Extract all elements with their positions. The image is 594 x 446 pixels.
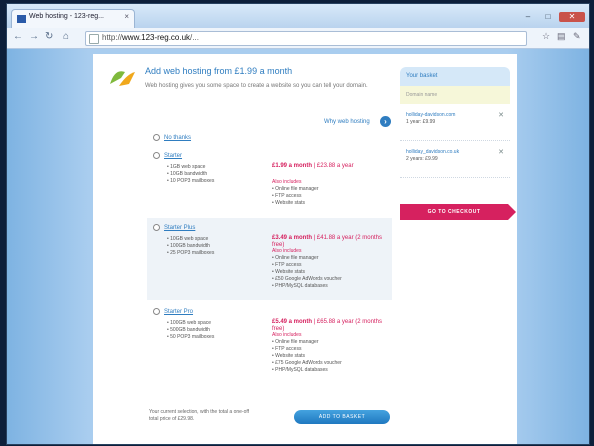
also-item: FTP access — [272, 262, 342, 269]
also-item: Website stats — [272, 353, 342, 360]
also-item: Website stats — [272, 200, 319, 207]
plan-option-starter-plus[interactable]: Starter Plus 10GB web space 100GB bandwi… — [147, 218, 392, 300]
plan-name: No thanks — [164, 135, 192, 142]
plan-features: 10GB web space 100GB bandwidth 25 POP3 m… — [167, 236, 214, 257]
content-panel: Add web hosting from £1.99 a month Web h… — [93, 54, 517, 444]
basket-note: Domain name — [400, 86, 510, 104]
checkout-button[interactable]: GO TO CHECKOUT — [400, 204, 516, 220]
browser-toolbar: ← → ↻ ⌂ http://www.123-reg.co.uk/... ☆ ▤… — [7, 28, 589, 49]
hosting-logo-icon — [110, 71, 135, 86]
plan-price: £5.49 a month | £65.88 a year (2 months … — [272, 319, 382, 332]
tab-close-icon[interactable]: × — [124, 12, 129, 21]
also-includes-heading: Also includes — [272, 179, 302, 185]
feature-item: 500GB bandwidth — [167, 327, 214, 334]
also-item: £50 Google AdWords voucher — [272, 276, 342, 283]
tab-strip: Web hosting - 123-reg... × – □ ✕ — [7, 4, 589, 29]
wrench-icon[interactable]: ✎ — [573, 31, 581, 42]
basket-item: holliday-davidson.com 1 year: £9.99 ✕ — [400, 104, 510, 141]
window-controls: – □ ✕ — [517, 6, 585, 24]
plan-features: 1GB web space 10GB bandwidth 10 POP3 mai… — [167, 164, 214, 185]
also-item: Online file manager — [272, 186, 318, 193]
reload-icon[interactable]: ↻ — [45, 31, 53, 42]
page-headline: Add web hosting from £1.99 a month — [145, 66, 293, 76]
also-item: Online file manager — [272, 339, 342, 346]
back-arrow-icon[interactable]: ← — [13, 31, 23, 42]
plan-option-none[interactable]: No thanks — [147, 132, 392, 144]
feature-item: 100GB web space — [167, 320, 214, 327]
address-bar[interactable]: http://www.123-reg.co.uk/... — [85, 31, 527, 46]
home-icon[interactable]: ⌂ — [63, 31, 69, 42]
also-includes-list: Online file manager FTP access Website s… — [272, 255, 342, 290]
also-includes-list: Online file manager FTP access Website s… — [272, 339, 342, 374]
info-icon[interactable]: › — [380, 116, 391, 127]
browser-tab[interactable]: Web hosting - 123-reg... × — [11, 9, 135, 29]
also-item: PHP/MySQL databases — [272, 283, 342, 290]
page-info-icon[interactable] — [89, 34, 99, 44]
close-window-icon[interactable]: ✕ — [559, 12, 585, 22]
plan-header: Starter Plus — [153, 224, 195, 231]
also-item: PHP/MySQL databases — [272, 367, 342, 374]
maximize-icon[interactable]: □ — [539, 12, 557, 22]
also-includes-heading: Also includes — [272, 332, 302, 338]
feature-item: 10GB bandwidth — [167, 171, 214, 178]
feature-item: 10 POP3 mailboxes — [167, 178, 214, 185]
basket-item-name: holliday_davidson.co.uk — [406, 149, 460, 155]
plan-header: Starter Pro — [153, 308, 193, 315]
intro-text: Web hosting gives you some space to crea… — [145, 83, 368, 89]
page-viewport: Add web hosting from £1.99 a month Web h… — [7, 49, 589, 444]
why-hosting-link[interactable]: Why web hosting — [324, 119, 370, 125]
page-menu-icon[interactable]: ▤ — [557, 31, 566, 42]
remove-item-icon[interactable]: ✕ — [498, 149, 504, 156]
also-includes-heading: Also includes — [272, 248, 302, 254]
basket-item: holliday_davidson.co.uk 2 years: £9.99 ✕ — [400, 141, 510, 178]
selection-summary: Your current selection, with the total a… — [149, 409, 250, 422]
basket-sidebar: Your basket Domain name holliday-davidso… — [400, 67, 510, 178]
feature-item: 10GB web space — [167, 236, 214, 243]
plan-price: £1.99 a month | £23.88 a year — [272, 163, 354, 169]
basket-item-name: holliday-davidson.com — [406, 112, 456, 118]
also-item: FTP access — [272, 193, 319, 200]
plan-price: £3.49 a month | £41.88 a year (2 months … — [272, 235, 382, 248]
plan-features: 100GB web space 500GB bandwidth 50 POP3 … — [167, 320, 214, 341]
minimize-icon[interactable]: – — [519, 12, 537, 22]
radio-button[interactable] — [153, 308, 160, 315]
plan-header: Starter — [153, 152, 182, 159]
remove-item-icon[interactable]: ✕ — [498, 112, 504, 119]
also-item: Website stats — [272, 269, 342, 276]
browser-window: Web hosting - 123-reg... × – □ ✕ ← → ↻ ⌂ h… — [6, 3, 590, 445]
basket-header: Your basket — [400, 67, 510, 86]
also-item: Online file manager — [272, 255, 342, 262]
plan-header: No thanks — [153, 134, 191, 141]
star-icon[interactable]: ☆ — [542, 31, 550, 42]
also-item: FTP access — [272, 346, 342, 353]
site-favicon-icon — [17, 15, 26, 23]
basket-item-detail: 2 years: £9.99 — [406, 156, 438, 162]
also-includes-list: Online file manager FTP access Website s… — [272, 186, 319, 207]
basket-item-detail: 1 year: £9.99 — [406, 119, 436, 125]
add-to-basket-button[interactable]: ADD TO BASKET — [294, 410, 390, 424]
plan-list: No thanks Starter 1GB web space 10GB ban… — [147, 132, 392, 382]
radio-button[interactable] — [153, 224, 160, 231]
forward-arrow-icon[interactable]: → — [29, 31, 39, 42]
url-text: http://www.123-reg.co.uk/... — [102, 33, 199, 42]
tab-title: Web hosting - 123-reg... — [29, 13, 104, 20]
also-item: £75 Google AdWords voucher — [272, 360, 342, 367]
plan-option-starter-pro[interactable]: Starter Pro 100GB web space 500GB bandwi… — [147, 302, 392, 382]
feature-item: 50 POP3 mailboxes — [167, 334, 214, 341]
radio-button[interactable] — [153, 152, 160, 159]
feature-item: 1GB web space — [167, 164, 214, 171]
plan-name: Starter — [164, 153, 183, 160]
plan-name: Starter Pro — [164, 309, 194, 316]
feature-item: 100GB bandwidth — [167, 243, 214, 250]
feature-item: 25 POP3 mailboxes — [167, 250, 214, 257]
radio-button[interactable] — [153, 134, 160, 141]
plan-option-starter[interactable]: Starter 1GB web space 10GB bandwidth 10 … — [147, 146, 392, 216]
plan-name: Starter Plus — [164, 225, 196, 232]
